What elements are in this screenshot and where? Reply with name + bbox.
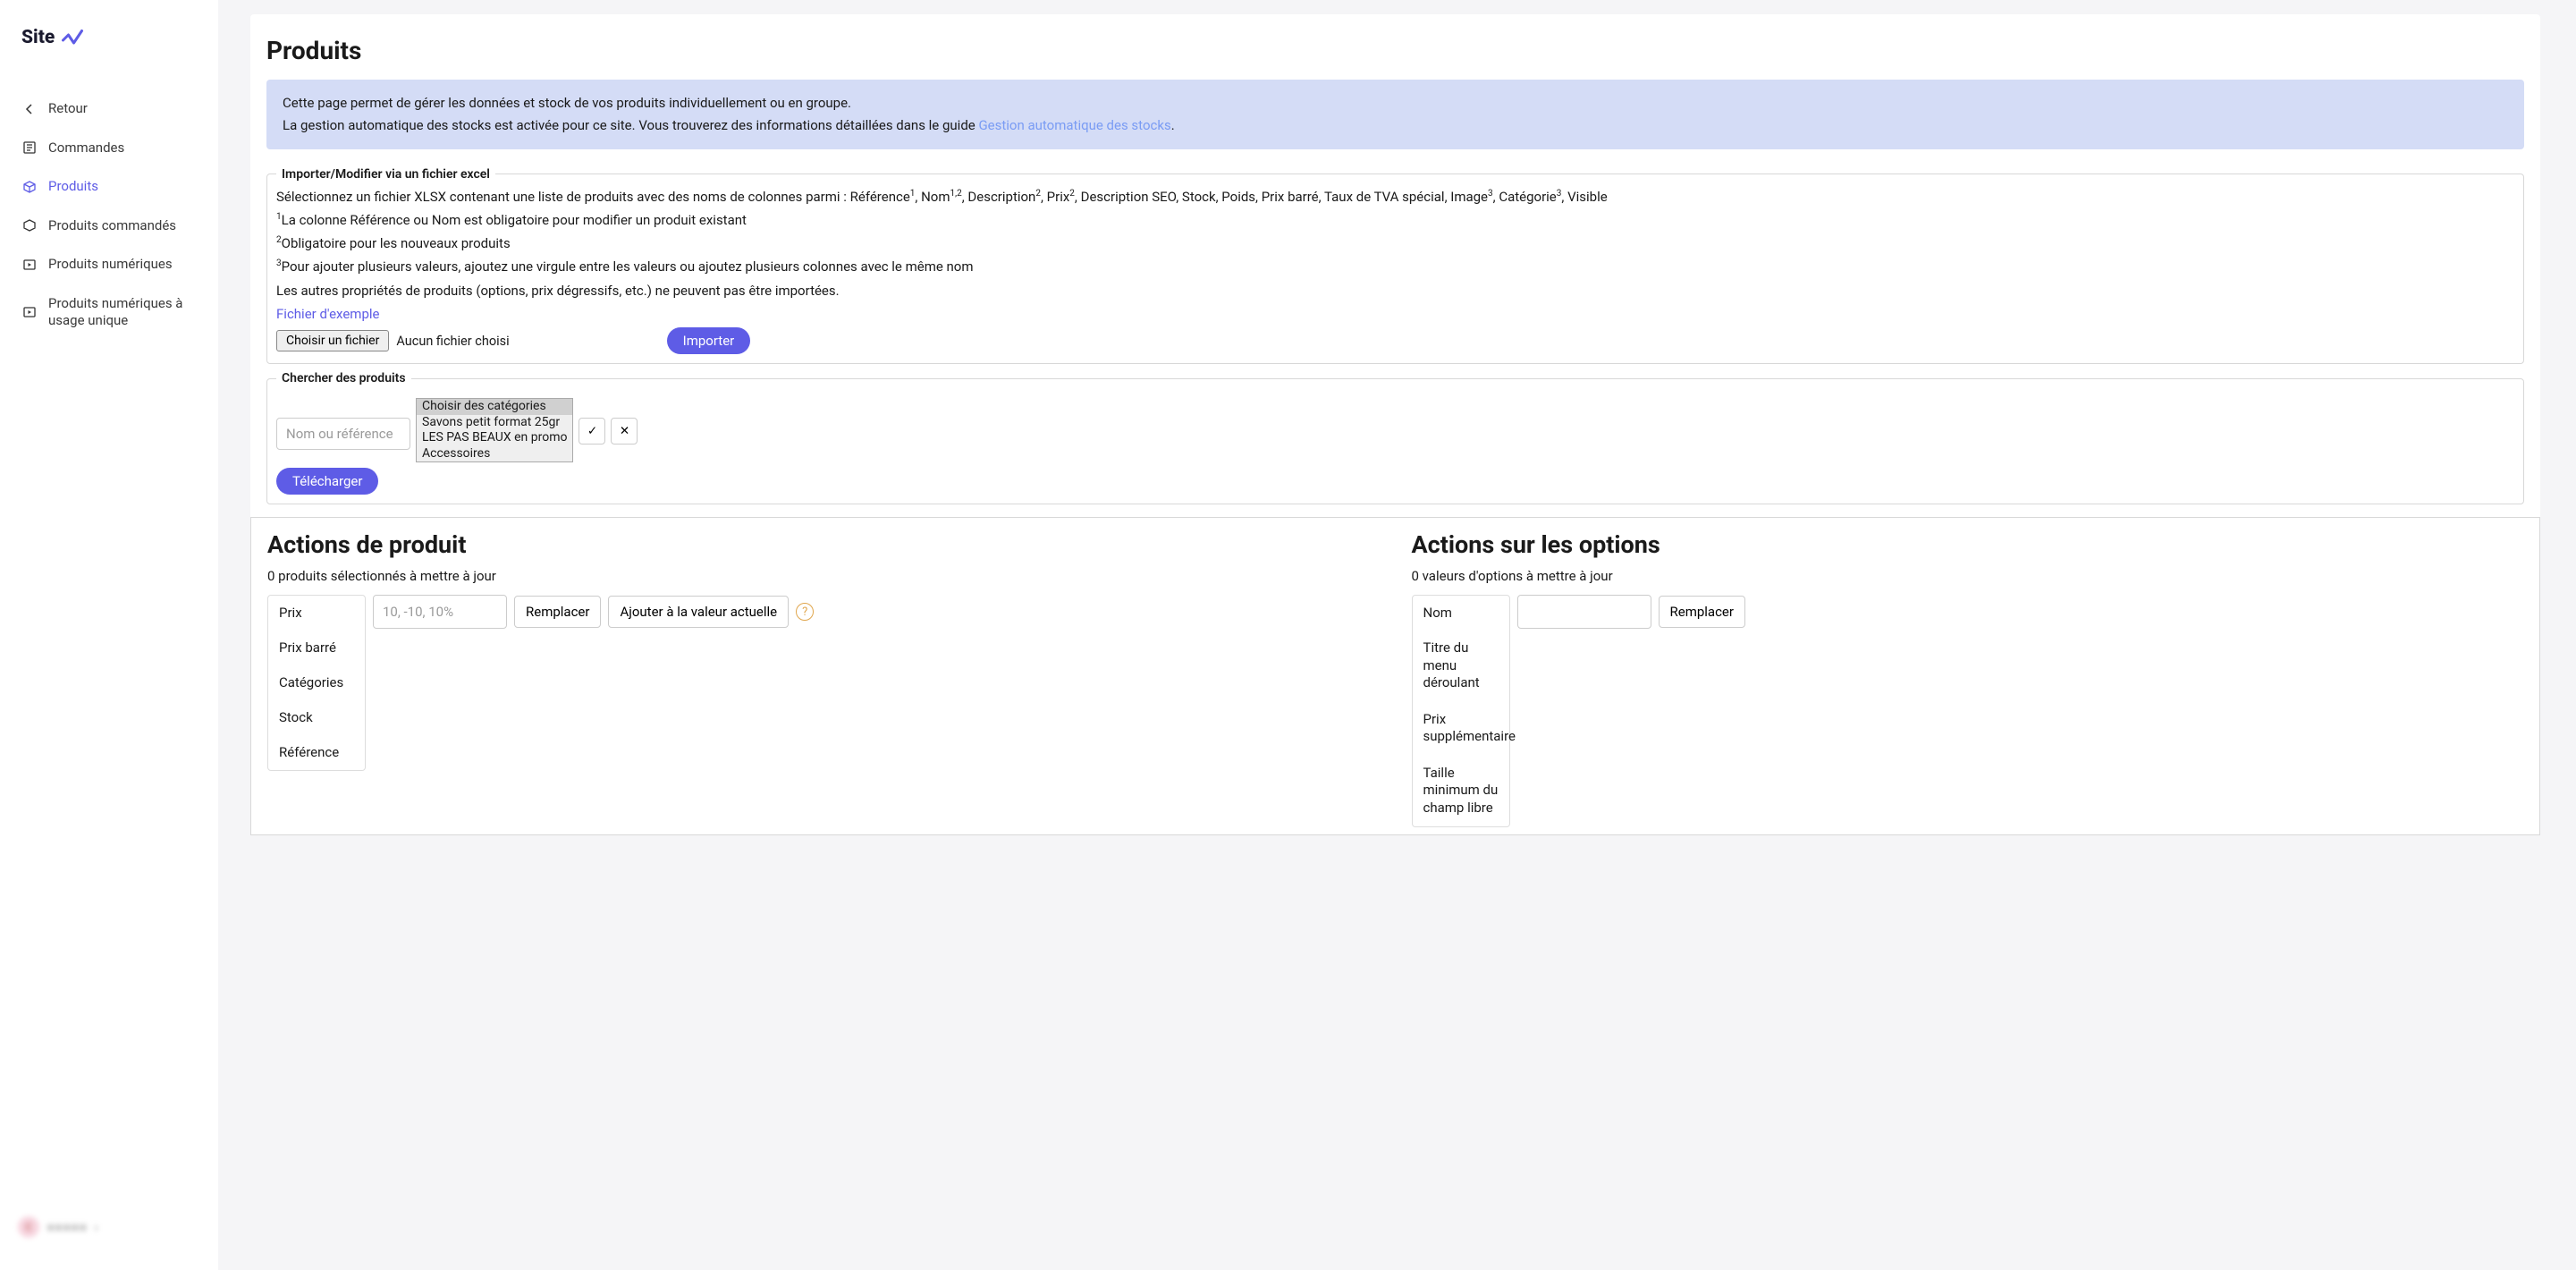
sidebar-item-produits-numeriques[interactable]: Produits numériques — [0, 245, 218, 284]
option-value-input[interactable] — [1517, 595, 1651, 629]
page-title: Produits — [266, 36, 2524, 80]
import-fieldset: Importer/Modifier via un fichier excel S… — [266, 167, 2524, 365]
sample-file-link[interactable]: Fichier d'exemple — [276, 306, 380, 322]
chevron-left-icon — [21, 101, 38, 117]
stock-guide-link[interactable]: Gestion automatique des stocks — [978, 117, 1170, 133]
option-actions-panel: Actions sur les options 0 valeurs d'opti… — [1396, 518, 2540, 834]
import-button[interactable]: Importer — [667, 327, 751, 354]
search-fieldset: Chercher des produits Choisir des catégo… — [266, 371, 2524, 504]
tab-titre-menu[interactable]: Titre du menu déroulant — [1413, 631, 1509, 702]
category-option[interactable]: Accessoires — [417, 446, 572, 462]
tab-prix-barre[interactable]: Prix barré — [268, 631, 365, 665]
option-replace-button[interactable]: Remplacer — [1659, 596, 1745, 628]
user-name: ■■■■■ — [46, 1219, 87, 1235]
chevron-right-icon: › — [94, 1219, 98, 1235]
check-icon: ✓ — [587, 425, 597, 438]
choose-file-button[interactable]: Choisir un fichier — [276, 330, 389, 351]
nav-back[interactable]: Retour — [0, 89, 218, 129]
product-tabs: Prix Prix barré Catégories Stock Référen… — [267, 595, 366, 771]
category-option[interactable]: LES PAS BEAUX en promo — [417, 430, 572, 446]
search-legend: Chercher des produits — [276, 371, 411, 385]
content-card: Produits Cette page permet de gérer les … — [250, 14, 2540, 835]
sidebar-item-label: Produits numériques — [48, 256, 173, 274]
tab-prix-supp[interactable]: Prix supplémentaire — [1413, 702, 1509, 756]
tab-taille-min[interactable]: Taille minimum du champ libre — [1413, 756, 1509, 827]
product-value-input[interactable] — [373, 595, 507, 629]
sidebar-footer[interactable]: C ■■■■■ › — [0, 1202, 218, 1252]
tab-prix[interactable]: Prix — [268, 596, 365, 631]
option-actions-title: Actions sur les options — [1412, 530, 2524, 559]
nav-back-label: Retour — [48, 100, 88, 118]
info-line2: La gestion automatique des stocks est ac… — [283, 114, 2508, 137]
file-row: Choisir un fichier Aucun fichier choisi … — [276, 327, 2514, 354]
category-select[interactable]: Choisir des catégories Savons petit form… — [416, 398, 573, 462]
action-panels: Actions de produit 0 produits sélectionn… — [250, 517, 2540, 835]
help-icon[interactable]: ? — [796, 603, 814, 621]
tab-nom[interactable]: Nom — [1413, 596, 1509, 631]
import-desc: Sélectionnez un fichier XLSX contenant u… — [276, 185, 2514, 326]
tab-categories[interactable]: Catégories — [268, 665, 365, 700]
category-option[interactable]: Savons petit format 25gr — [417, 415, 572, 431]
tab-reference[interactable]: Référence — [268, 735, 365, 770]
sidebar-item-label: Commandes — [48, 140, 124, 157]
list-icon — [21, 140, 38, 156]
sidebar-item-label: Produits — [48, 178, 98, 196]
product-actions-title: Actions de produit — [267, 530, 1380, 559]
sidebar-item-commandes[interactable]: Commandes — [0, 129, 218, 168]
sidebar-item-label: Produits commandés — [48, 217, 176, 235]
option-tabs: Nom Titre du menu déroulant Prix supplém… — [1412, 595, 1510, 827]
main: Produits Cette page permet de gérer les … — [218, 0, 2576, 1270]
confirm-button[interactable]: ✓ — [579, 418, 605, 444]
avatar: C — [18, 1216, 39, 1238]
category-option[interactable]: Choisir des catégories — [417, 399, 572, 415]
cancel-button[interactable]: ✕ — [611, 418, 638, 444]
add-value-button[interactable]: Ajouter à la valeur actuelle — [608, 596, 789, 628]
sidebar-item-produits-commandes[interactable]: Produits commandés — [0, 207, 218, 246]
sidebar-item-produits[interactable]: Produits — [0, 167, 218, 207]
search-input[interactable] — [276, 418, 410, 450]
logo: Site — [0, 18, 218, 75]
sidebar: Site Retour Commandes Produits Produits … — [0, 0, 218, 1270]
svg-text:Site: Site — [21, 27, 55, 48]
sidebar-item-label: Produits numériques à usage unique — [48, 295, 197, 330]
close-icon: ✕ — [620, 425, 629, 438]
box-check-icon — [21, 217, 38, 233]
product-actions-panel: Actions de produit 0 produits sélectionn… — [251, 518, 1396, 834]
box-icon — [21, 179, 38, 195]
sidebar-item-produits-numeriques-unique[interactable]: Produits numériques à usage unique — [0, 284, 218, 341]
info-line1: Cette page permet de gérer les données e… — [283, 92, 2508, 114]
download-button[interactable]: Télécharger — [276, 468, 378, 495]
file-status: Aucun fichier choisi — [396, 334, 509, 349]
tab-stock[interactable]: Stock — [268, 700, 365, 735]
play-box-one-icon — [21, 304, 38, 320]
import-legend: Importer/Modifier via un fichier excel — [276, 167, 495, 182]
play-box-icon — [21, 257, 38, 273]
info-banner: Cette page permet de gérer les données e… — [266, 80, 2524, 149]
product-actions-sub: 0 produits sélectionnés à mettre à jour — [267, 568, 1380, 584]
replace-button[interactable]: Remplacer — [514, 596, 601, 628]
option-actions-sub: 0 valeurs d'options à mettre à jour — [1412, 568, 2524, 584]
nav: Retour Commandes Produits Produits comma… — [0, 75, 218, 1202]
